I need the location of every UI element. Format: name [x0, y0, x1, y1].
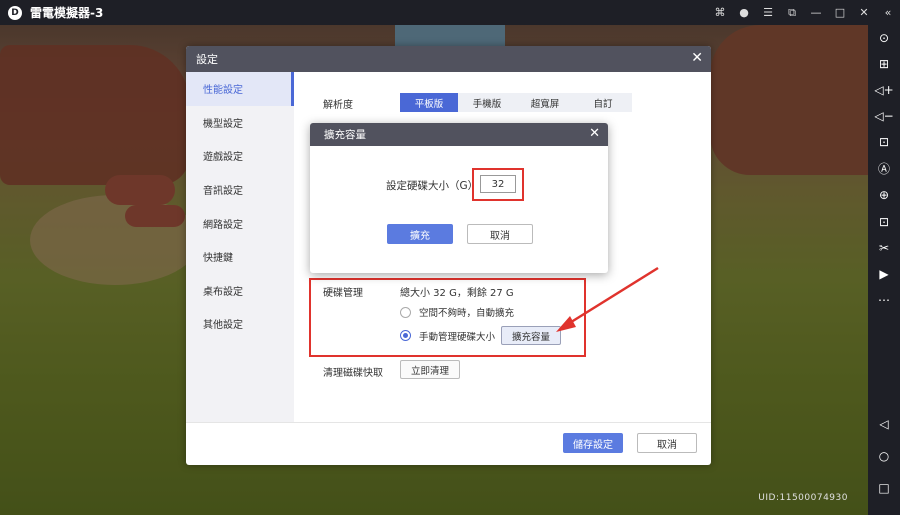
window-title: 雷電模擬器-3 — [30, 6, 104, 20]
add-window-icon[interactable]: ⊕ — [868, 185, 900, 205]
expand-cancel-button[interactable]: 取消 — [467, 224, 533, 244]
highlight-box — [309, 278, 586, 357]
cancel-button[interactable]: 取消 — [637, 433, 697, 453]
settings-nav: 性能設定 機型設定 遊戲設定 音訊設定 網路設定 快捷鍵 桌布設定 其他設定 — [186, 72, 294, 422]
save-settings-button[interactable]: 儲存設定 — [563, 433, 623, 453]
nav-item-audio[interactable]: 音訊設定 — [186, 173, 294, 207]
target-icon[interactable]: ⊙ — [868, 28, 900, 48]
expand-dialog-header: 擴充容量 ✕ — [310, 123, 608, 146]
maximize-icon[interactable]: □ — [828, 6, 852, 19]
more-icon[interactable]: ⋯ — [868, 290, 900, 310]
minimize-icon[interactable]: — — [804, 6, 828, 19]
footer-divider — [186, 422, 711, 423]
highlight-box — [472, 168, 524, 201]
close-icon[interactable]: ✕ — [589, 126, 600, 142]
resolution-option-phone[interactable]: 手機版 — [458, 93, 516, 112]
uid-label: UID:11500074930 — [758, 493, 848, 503]
expand-dialog-title: 擴充容量 — [324, 129, 366, 141]
nav-item-game[interactable]: 遊戲設定 — [186, 139, 294, 173]
close-icon[interactable]: ✕ — [691, 50, 703, 66]
nav-item-network[interactable]: 網路設定 — [186, 206, 294, 240]
clear-now-button[interactable]: 立即清理 — [400, 360, 461, 379]
title-bar: D 雷電模擬器-3 ⌘ ● ☰ ⧉ — □ ✕ « — [0, 0, 900, 25]
recent-apps-icon[interactable]: □ — [868, 478, 900, 498]
disk-size-label: 設定硬碟大小（G） — [386, 180, 479, 192]
right-toolbar: ⊙ ⊞ ◁+ ◁− ⊡ Ⓐ ⊕ ⊡ ✂ ▶ ⋯ ◁ ○ □ — [868, 25, 900, 515]
resolution-label: 解析度 — [323, 100, 353, 111]
clear-cache-label: 清理磁碟快取 — [323, 368, 383, 379]
settings-title: 設定 — [196, 53, 218, 66]
gamepad-icon[interactable]: ⌘ — [708, 6, 732, 19]
screenshot-icon[interactable]: ⊡ — [868, 132, 900, 152]
volume-down-icon[interactable]: ◁− — [868, 106, 900, 126]
resolution-option-ultrawide[interactable]: 超寬屏 — [516, 93, 574, 112]
nav-item-performance[interactable]: 性能設定 — [186, 72, 294, 106]
resolution-option-tablet[interactable]: 平板版 — [400, 93, 458, 112]
app-logo-icon: D — [8, 5, 22, 20]
menu-icon[interactable]: ☰ — [756, 6, 780, 19]
keyboard-icon[interactable]: ⊞ — [868, 54, 900, 74]
home-icon[interactable]: ○ — [868, 446, 900, 466]
settings-header: 設定 ✕ — [186, 46, 711, 72]
apk-install-icon[interactable]: ⊡ — [868, 212, 900, 232]
resolution-option-custom[interactable]: 自訂 — [574, 93, 632, 112]
nav-item-model[interactable]: 機型設定 — [186, 106, 294, 140]
volume-up-icon[interactable]: ◁+ — [868, 80, 900, 100]
restore-small-icon[interactable]: ⧉ — [780, 6, 804, 20]
expand-confirm-button[interactable]: 擴充 — [387, 224, 453, 244]
scissors-icon[interactable]: ✂ — [868, 238, 900, 258]
record-icon[interactable]: ▶ — [868, 264, 900, 284]
resolution-selector: 平板版 手機版 超寬屏 自訂 — [400, 93, 632, 112]
user-icon[interactable]: ● — [732, 6, 756, 19]
nav-item-wallpaper[interactable]: 桌布設定 — [186, 274, 294, 308]
nav-item-shortcuts[interactable]: 快捷鍵 — [186, 240, 294, 274]
nav-item-other[interactable]: 其他設定 — [186, 307, 294, 341]
collapse-icon[interactable]: « — [876, 6, 900, 19]
expand-capacity-dialog: 擴充容量 ✕ 設定硬碟大小（G） 32 擴充 取消 — [310, 123, 608, 273]
close-icon[interactable]: ✕ — [852, 6, 876, 19]
back-icon[interactable]: ◁ — [868, 414, 900, 434]
auto-script-icon[interactable]: Ⓐ — [868, 159, 900, 179]
